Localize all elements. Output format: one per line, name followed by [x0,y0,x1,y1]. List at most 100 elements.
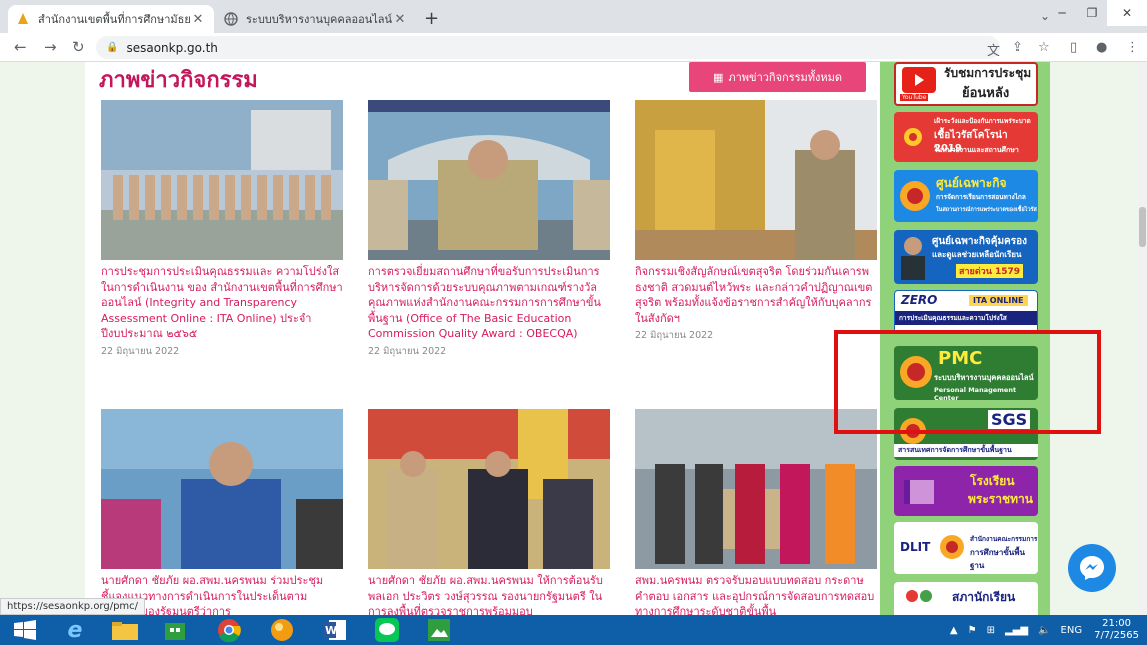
windows-taskbar: e W ▲ ⚑ ⊞ ▂▄▆ 🔈 ENG 21:00 7/7/2565 [0,615,1147,645]
news-photo[interactable] [101,100,343,260]
address-bar[interactable]: 🔒 sesaonkp.go.th [96,36,1000,59]
browser-toolbar: ← → ↻ 🔒 sesaonkp.go.th 文 ⇪ ☆ ▯ ● ⋮ [0,33,1147,62]
banner-text: ศูนย์เฉพาะกิจคุ้มครอง [932,236,1027,247]
start-button[interactable] [6,617,44,643]
banner-covid[interactable]: เฝ้าระวังและป้องกันการแพร่ระบาด เชื้อไวร… [894,112,1038,162]
news-title[interactable]: สพม.นครพนม ตรวจรับมอบแบบทดสอบ กระดาษคำตอ… [635,573,877,615]
menu-kebab-icon[interactable]: ⋮ [1126,40,1139,55]
taskbar-word[interactable]: W [316,617,354,643]
app-orb-icon [271,619,293,641]
tab-sesao[interactable]: สำนักงานเขตพื้นที่การศึกษามัธยมศึกษา ✕ [8,5,214,33]
news-card[interactable]: นายศักดา ชัยภัย ผอ.สพม.นครพนม ร่วมประชุม… [101,409,343,615]
taskbar-ie[interactable]: e [56,617,94,643]
clock-date: 7/7/2565 [1094,630,1139,641]
url-text: sesaonkp.go.th [126,40,218,55]
news-section: ภาพข่าวกิจกรรม ▦ ภาพข่าวกิจกรรมทั้งหมด ก… [85,62,880,615]
people-icon [906,590,932,602]
banner-youtube[interactable]: รับชมการประชุม ย้อนหลัง YouTube [894,62,1038,106]
chrome-icon [218,619,241,642]
banner-royal-school[interactable]: โรงเรียน พระราชทาน [894,466,1038,516]
signal-icon[interactable]: ▂▄▆ [1005,625,1028,636]
banner-text: โรงเรียน [970,474,1015,488]
taskbar-explorer[interactable] [106,617,144,643]
sesao-favicon-icon [18,13,28,24]
reload-icon[interactable]: ↻ [72,38,85,56]
news-photo[interactable] [368,409,610,569]
page-scrollbar[interactable] [1138,62,1147,615]
tray-up-arrow-icon[interactable]: ▲ [950,625,958,636]
taskbar-chrome[interactable] [210,617,248,643]
svg-text:W: W [325,624,337,637]
messenger-icon [1080,556,1104,580]
forward-icon[interactable]: → [44,38,57,56]
translate-icon[interactable]: 文 [987,40,1000,59]
news-card[interactable]: การตรวจเยี่ยมสถานศึกษาที่ขอรับการประเมิน… [368,100,610,359]
store-icon [165,623,185,640]
news-date: 22 มิถุนายน 2022 [368,345,447,357]
tab-pmc[interactable]: ระบบบริหารงานบุคคลออนไลน์ สพม.นครพนม ✕ [216,5,416,33]
banner-text: การศึกษาขั้นพื้นฐาน [970,548,1025,570]
banner-text: รับชมการประชุม [944,66,1032,80]
taskbar-app[interactable] [263,617,301,643]
profile-icon[interactable]: ● [1096,40,1107,55]
banner-text: การจัดการเรียนการสอนทางไกล [936,193,1026,201]
news-title[interactable]: การตรวจเยี่ยมสถานศึกษาที่ขอรับการประเมิน… [368,264,610,342]
network-icon[interactable]: ⊞ [987,625,995,636]
highlight-box [834,330,1101,434]
obec-emblem-icon [940,535,964,559]
banner-text: การประเมินคุณธรรมและความโปร่งใส [895,311,1037,325]
side-panel-icon[interactable]: ▯ [1070,40,1077,55]
close-tab-icon[interactable]: ✕ [190,12,206,27]
clock-time: 21:00 [1102,618,1131,629]
scrollbar-thumb[interactable] [1139,207,1146,247]
tab-strip: สำนักงานเขตพื้นที่การศึกษามัธยมศึกษา ✕ ร… [0,0,1147,33]
system-tray: ▲ ⚑ ⊞ ▂▄▆ 🔈 ENG 21:00 7/7/2565 [950,615,1139,645]
news-title[interactable]: นายศักดา ชัยภัย ผอ.สพม.นครพนม ให้การต้อน… [368,573,610,615]
messenger-chat-button[interactable] [1068,544,1116,592]
close-window-icon[interactable]: ✕ [1107,0,1147,26]
banner-text: พระราชทาน [968,492,1033,506]
minimize-icon[interactable]: ─ [1047,0,1077,26]
news-card[interactable]: กิจกรรมเชิงสัญลักษณ์เขตสุจริต โดยร่วมกัน… [635,100,877,343]
banner-text: ZERO [901,293,938,307]
tab-title: ระบบบริหารงานบุคคลออนไลน์ สพม.นครพนม [246,13,392,26]
news-photo[interactable] [368,100,610,260]
banner-text: ITA ONLINE [969,295,1028,306]
close-tab-icon[interactable]: ✕ [392,12,408,27]
news-card[interactable]: สพม.นครพนม ตรวจรับมอบแบบทดสอบ กระดาษคำตอ… [635,409,877,615]
news-photo[interactable] [635,100,877,260]
calendar-icon: ▦ [712,70,724,84]
obec-emblem-icon [900,181,930,211]
tab-title: สำนักงานเขตพื้นที่การศึกษามัธยมศึกษา [38,13,190,26]
youtube-label: YouTube [900,94,929,101]
folder-icon [112,622,138,640]
share-icon[interactable]: ⇪ [1012,40,1023,55]
all-news-button[interactable]: ▦ ภาพข่าวกิจกรรมทั้งหมด [689,62,866,92]
banner-text: ในหน่วยงานและสถานศึกษา [934,146,1019,154]
new-tab-button[interactable]: + [424,8,439,29]
banner-text: สำนักงานคณะกรรมการ [970,535,1038,543]
language-indicator[interactable]: ENG [1061,625,1083,636]
volume-icon[interactable]: 🔈 [1038,625,1050,636]
banner-distance-learning[interactable]: ศูนย์เฉพาะกิจ การจัดการเรียนการสอนทางไกล… [894,170,1038,222]
banner-ita-online[interactable]: ZERO ITA ONLINE การประเมินคุณธรรมและความ… [894,290,1038,334]
banner-student-protection[interactable]: ศูนย์เฉพาะกิจคุ้มครอง และดูแลช่วยเหลือนั… [894,230,1038,284]
taskbar-store[interactable] [156,617,194,643]
back-icon[interactable]: ← [14,38,27,56]
internet-explorer-icon: e [67,617,83,643]
banner-student-council[interactable]: สภานักเรียน [894,582,1038,615]
news-title[interactable]: การประชุมการประเมินคุณธรรมและ ความโปร่งใ… [101,264,343,342]
news-photo[interactable] [101,409,343,569]
taskbar-photos[interactable] [420,617,458,643]
flag-icon[interactable]: ⚑ [968,625,977,636]
status-url: https://sesaonkp.org/pmc/ [0,598,146,615]
news-card[interactable]: การประชุมการประเมินคุณธรรมและ ความโปร่งใ… [101,100,343,359]
news-card[interactable]: นายศักดา ชัยภัย ผอ.สพม.นครพนม ให้การต้อน… [368,409,610,615]
banner-text: ย้อนหลัง [962,86,1010,101]
banner-dlit[interactable]: DLIT สำนักงานคณะกรรมการ การศึกษาขั้นพื้น… [894,522,1038,574]
taskbar-line[interactable] [368,617,406,643]
clock[interactable]: 21:00 7/7/2565 [1094,618,1139,642]
bookmark-star-icon[interactable]: ☆ [1038,40,1050,55]
news-title[interactable]: กิจกรรมเชิงสัญลักษณ์เขตสุจริต โดยร่วมกัน… [635,264,877,326]
restore-icon[interactable]: ❐ [1077,0,1107,26]
